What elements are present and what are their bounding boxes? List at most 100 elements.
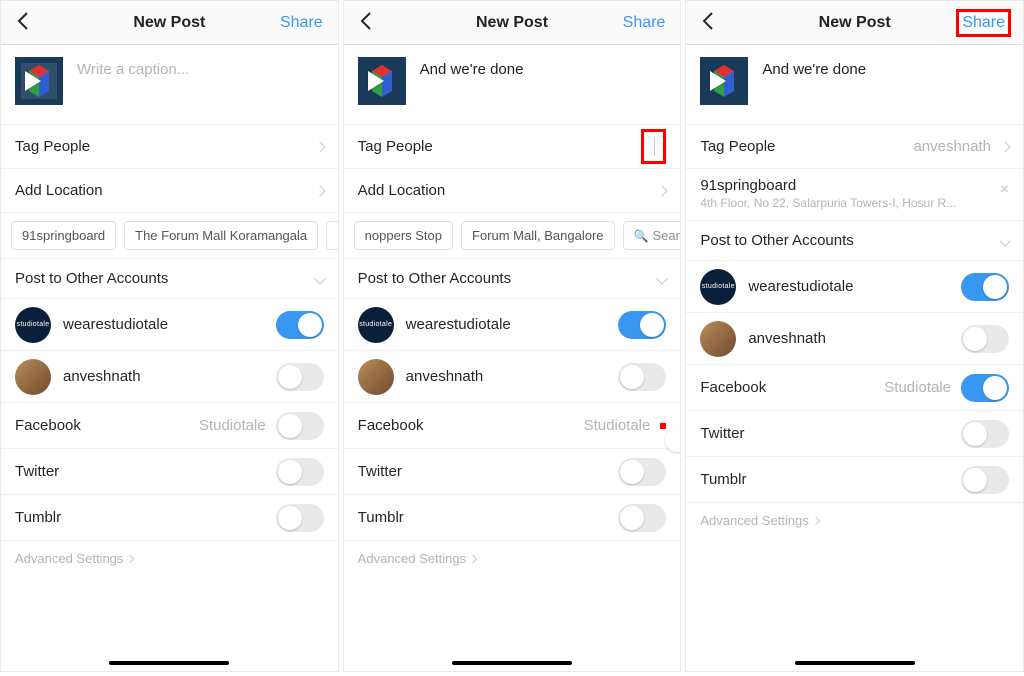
caption-input[interactable] <box>762 57 1009 95</box>
header: New Post Share <box>1 1 338 45</box>
share-button[interactable]: Share <box>959 12 1008 34</box>
facebook-account: Studiotale <box>584 417 651 434</box>
account-name: wearestudiotale <box>63 316 168 333</box>
chevron-down-icon <box>999 235 1010 246</box>
toggle-twitter[interactable] <box>276 458 324 486</box>
toggle-twitter[interactable] <box>618 458 666 486</box>
location-chip[interactable]: noppers Stop <box>354 221 453 250</box>
add-location-label: Add Location <box>358 182 446 199</box>
advanced-settings-link[interactable]: Advanced Settings <box>1 541 338 576</box>
advanced-settings-link[interactable]: Advanced Settings <box>344 541 681 576</box>
post-to-accounts-header[interactable]: Post to Other Accounts <box>1 259 338 299</box>
toggle-anvesh[interactable] <box>618 363 666 391</box>
tumblr-label: Tumblr <box>15 509 61 526</box>
location-name: 91springboard <box>700 177 1009 194</box>
chevron-left-icon <box>17 11 29 31</box>
chevron-right-icon <box>314 185 325 196</box>
toggle-studiotale[interactable] <box>618 311 666 339</box>
tag-people-label: Tag People <box>15 138 90 155</box>
post-to-accounts-header[interactable]: Post to Other Accounts <box>344 259 681 299</box>
clear-location-button[interactable]: × <box>1000 181 1009 199</box>
chevron-right-icon <box>314 141 325 152</box>
chevron-right-icon <box>126 554 134 562</box>
caption-input[interactable] <box>77 57 324 95</box>
share-button[interactable]: Share <box>620 12 669 34</box>
post-to-accounts-header[interactable]: Post to Other Accounts <box>686 221 1023 261</box>
avatar <box>700 321 736 357</box>
chevron-left-icon <box>702 11 714 31</box>
tag-people-row[interactable]: Tag People <box>1 125 338 169</box>
location-chip[interactable]: The Forum Mall Koramangala <box>124 221 318 250</box>
facebook-label: Facebook <box>700 379 766 396</box>
facebook-label: Facebook <box>358 417 424 434</box>
play-icon <box>25 71 41 91</box>
add-location-row[interactable]: Add Location <box>344 169 681 213</box>
toggle-studiotale[interactable] <box>961 273 1009 301</box>
avatar: studiotale <box>700 269 736 305</box>
avatar: studiotale <box>15 307 51 343</box>
facebook-account: Studiotale <box>884 379 951 396</box>
tumblr-row: Tumblr <box>1 495 338 541</box>
share-button[interactable]: Share <box>277 12 326 34</box>
caption-row[interactable] <box>1 45 338 125</box>
account-row-studiotale: studiotale wearestudiotale <box>344 299 681 351</box>
toggle-tumblr[interactable] <box>618 504 666 532</box>
home-indicator <box>452 661 572 665</box>
add-location-label: Add Location <box>15 182 103 199</box>
screen-3: New Post Share Tag People anveshnath 91s… <box>685 0 1024 672</box>
tag-people-row[interactable]: Tag People anveshnath <box>686 125 1023 169</box>
facebook-label: Facebook <box>15 417 81 434</box>
media-thumbnail[interactable] <box>700 57 748 105</box>
add-location-row[interactable]: Add Location <box>1 169 338 213</box>
toggle-anvesh[interactable] <box>961 325 1009 353</box>
toggle-facebook[interactable] <box>276 412 324 440</box>
advanced-settings-link[interactable]: Advanced Settings <box>686 503 1023 538</box>
facebook-row: Facebook Studiotale <box>1 403 338 449</box>
media-thumbnail[interactable] <box>15 57 63 105</box>
back-button[interactable] <box>698 7 718 38</box>
facebook-row: Facebook Studiotale <box>344 403 681 449</box>
account-row-anvesh: anveshnath <box>344 351 681 403</box>
caption-row[interactable] <box>344 45 681 125</box>
tagged-user: anveshnath <box>913 138 991 155</box>
location-chip[interactable]: ko <box>326 221 338 250</box>
media-thumbnail[interactable] <box>358 57 406 105</box>
twitter-row: Twitter <box>1 449 338 495</box>
home-indicator <box>795 661 915 665</box>
header: New Post Share <box>686 1 1023 45</box>
chevron-left-icon <box>360 11 372 31</box>
avatar <box>15 359 51 395</box>
account-name: anveshnath <box>406 368 484 385</box>
highlight-box: Share <box>956 9 1011 37</box>
account-row-anvesh: anveshnath <box>686 313 1023 365</box>
tumblr-row: Tumblr <box>686 457 1023 503</box>
chevron-right-icon <box>812 516 820 524</box>
toggle-tumblr[interactable] <box>276 504 324 532</box>
selected-location[interactable]: 91springboard 4th Floor, No 22, Salarpur… <box>686 169 1023 221</box>
play-icon <box>368 71 384 91</box>
account-name: wearestudiotale <box>406 316 511 333</box>
screen-1: New Post Share Tag People Add Location 9… <box>0 0 339 672</box>
toggle-studiotale[interactable] <box>276 311 324 339</box>
advanced-label: Advanced Settings <box>700 513 808 528</box>
tag-people-row[interactable]: Tag People <box>344 125 681 169</box>
toggle-tumblr[interactable] <box>961 466 1009 494</box>
header: New Post Share <box>344 1 681 45</box>
highlight-box <box>660 423 666 429</box>
play-icon <box>710 71 726 91</box>
search-chip[interactable]: 🔍Search <box>623 221 681 250</box>
caption-row[interactable] <box>686 45 1023 125</box>
location-chip[interactable]: Forum Mall, Bangalore <box>461 221 615 250</box>
back-button[interactable] <box>13 7 33 38</box>
caption-input[interactable] <box>420 57 667 95</box>
post-to-label: Post to Other Accounts <box>15 270 168 287</box>
advanced-label: Advanced Settings <box>358 551 466 566</box>
toggle-anvesh[interactable] <box>276 363 324 391</box>
back-button[interactable] <box>356 7 376 38</box>
account-name: anveshnath <box>748 330 826 347</box>
toggle-twitter[interactable] <box>961 420 1009 448</box>
tag-people-label: Tag People <box>358 138 433 155</box>
toggle-facebook[interactable] <box>961 374 1009 402</box>
tumblr-row: Tumblr <box>344 495 681 541</box>
location-chip[interactable]: 91springboard <box>11 221 116 250</box>
